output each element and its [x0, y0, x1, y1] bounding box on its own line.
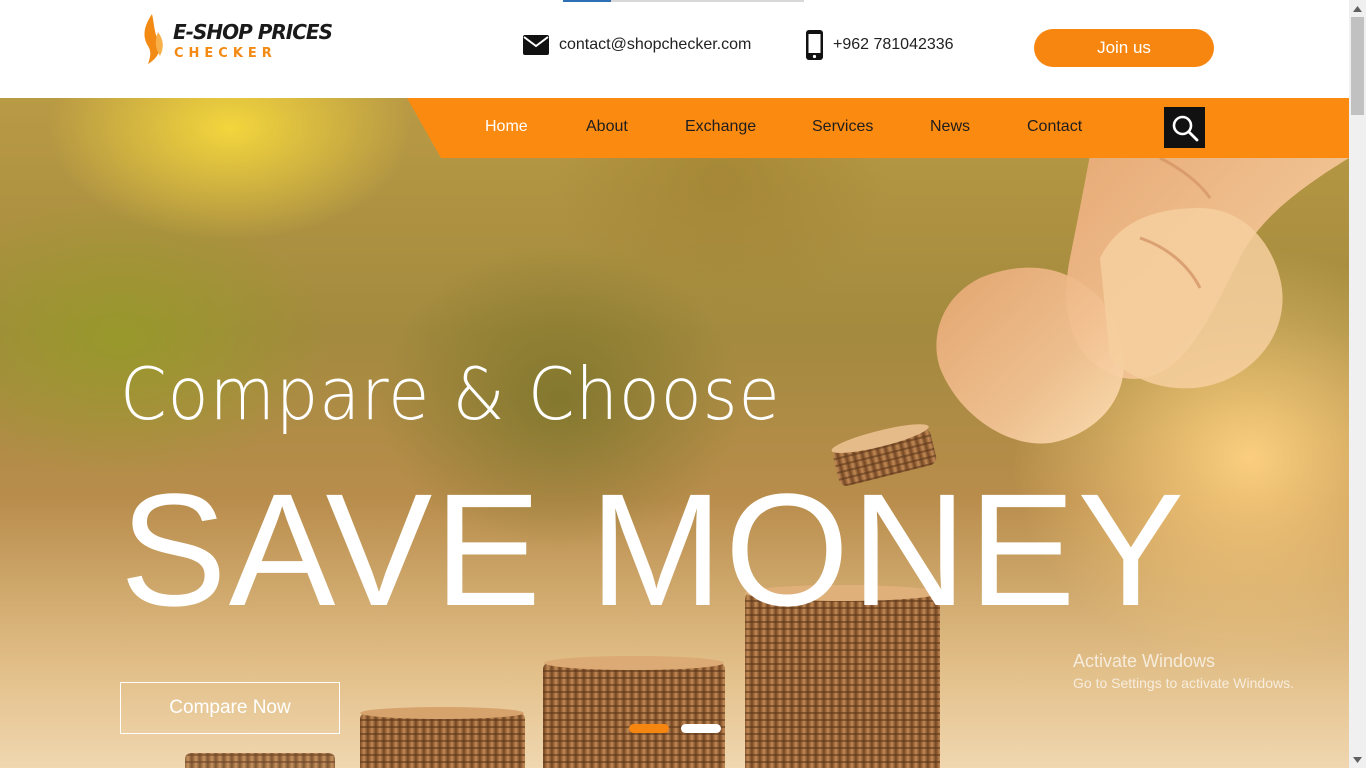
flame-icon [144, 14, 163, 64]
contact-phone-text: +962 781042336 [833, 36, 954, 53]
compare-now-button[interactable]: Compare Now [120, 682, 340, 734]
search-button[interactable] [1164, 107, 1205, 148]
main-nav [407, 98, 1349, 158]
contact-email[interactable]: contact@shopchecker.com [523, 33, 751, 57]
loading-progress-fill [563, 0, 611, 2]
page: E-SHOP PRICES CHECKER contact@shopchecke… [0, 0, 1349, 768]
site-logo[interactable]: E-SHOP PRICES CHECKER [140, 12, 333, 72]
join-us-button[interactable]: Join us [1034, 29, 1214, 67]
windows-activation-watermark: Activate Windows Go to Settings to activ… [1073, 651, 1294, 691]
contact-email-text: contact@shopchecker.com [559, 36, 752, 53]
scrollbar-thumb[interactable] [1351, 17, 1364, 115]
hero-subtitle: Compare & Choose [120, 352, 781, 436]
nav-item-home[interactable]: Home [485, 118, 528, 136]
watermark-subtitle: Go to Settings to activate Windows. [1073, 675, 1294, 691]
vertical-scrollbar[interactable] [1349, 0, 1366, 768]
logo-subtitle: CHECKER [174, 46, 277, 61]
slider-dot-2[interactable] [681, 724, 721, 733]
chevron-down-icon [1353, 756, 1362, 763]
hero-title: SAVE MONEY [120, 460, 1187, 639]
site-header: E-SHOP PRICES CHECKER contact@shopchecke… [0, 0, 1349, 98]
search-icon [1172, 115, 1198, 141]
nav-item-exchange[interactable]: Exchange [685, 118, 756, 136]
nav-item-news[interactable]: News [930, 118, 970, 136]
logo-title: E-SHOP PRICES [173, 20, 333, 44]
loading-progress-track [563, 0, 804, 2]
contact-phone[interactable]: +962 781042336 [806, 30, 954, 60]
nav-item-contact[interactable]: Contact [1027, 118, 1082, 136]
scroll-up-button[interactable] [1349, 0, 1366, 17]
scroll-down-button[interactable] [1349, 751, 1366, 768]
nav-item-services[interactable]: Services [812, 118, 873, 136]
watermark-title: Activate Windows [1073, 651, 1216, 671]
chevron-up-icon [1353, 5, 1362, 12]
envelope-icon [523, 35, 549, 55]
slider-dot-1[interactable] [629, 724, 669, 733]
nav-item-about[interactable]: About [586, 118, 628, 136]
mobile-phone-icon [806, 30, 823, 60]
